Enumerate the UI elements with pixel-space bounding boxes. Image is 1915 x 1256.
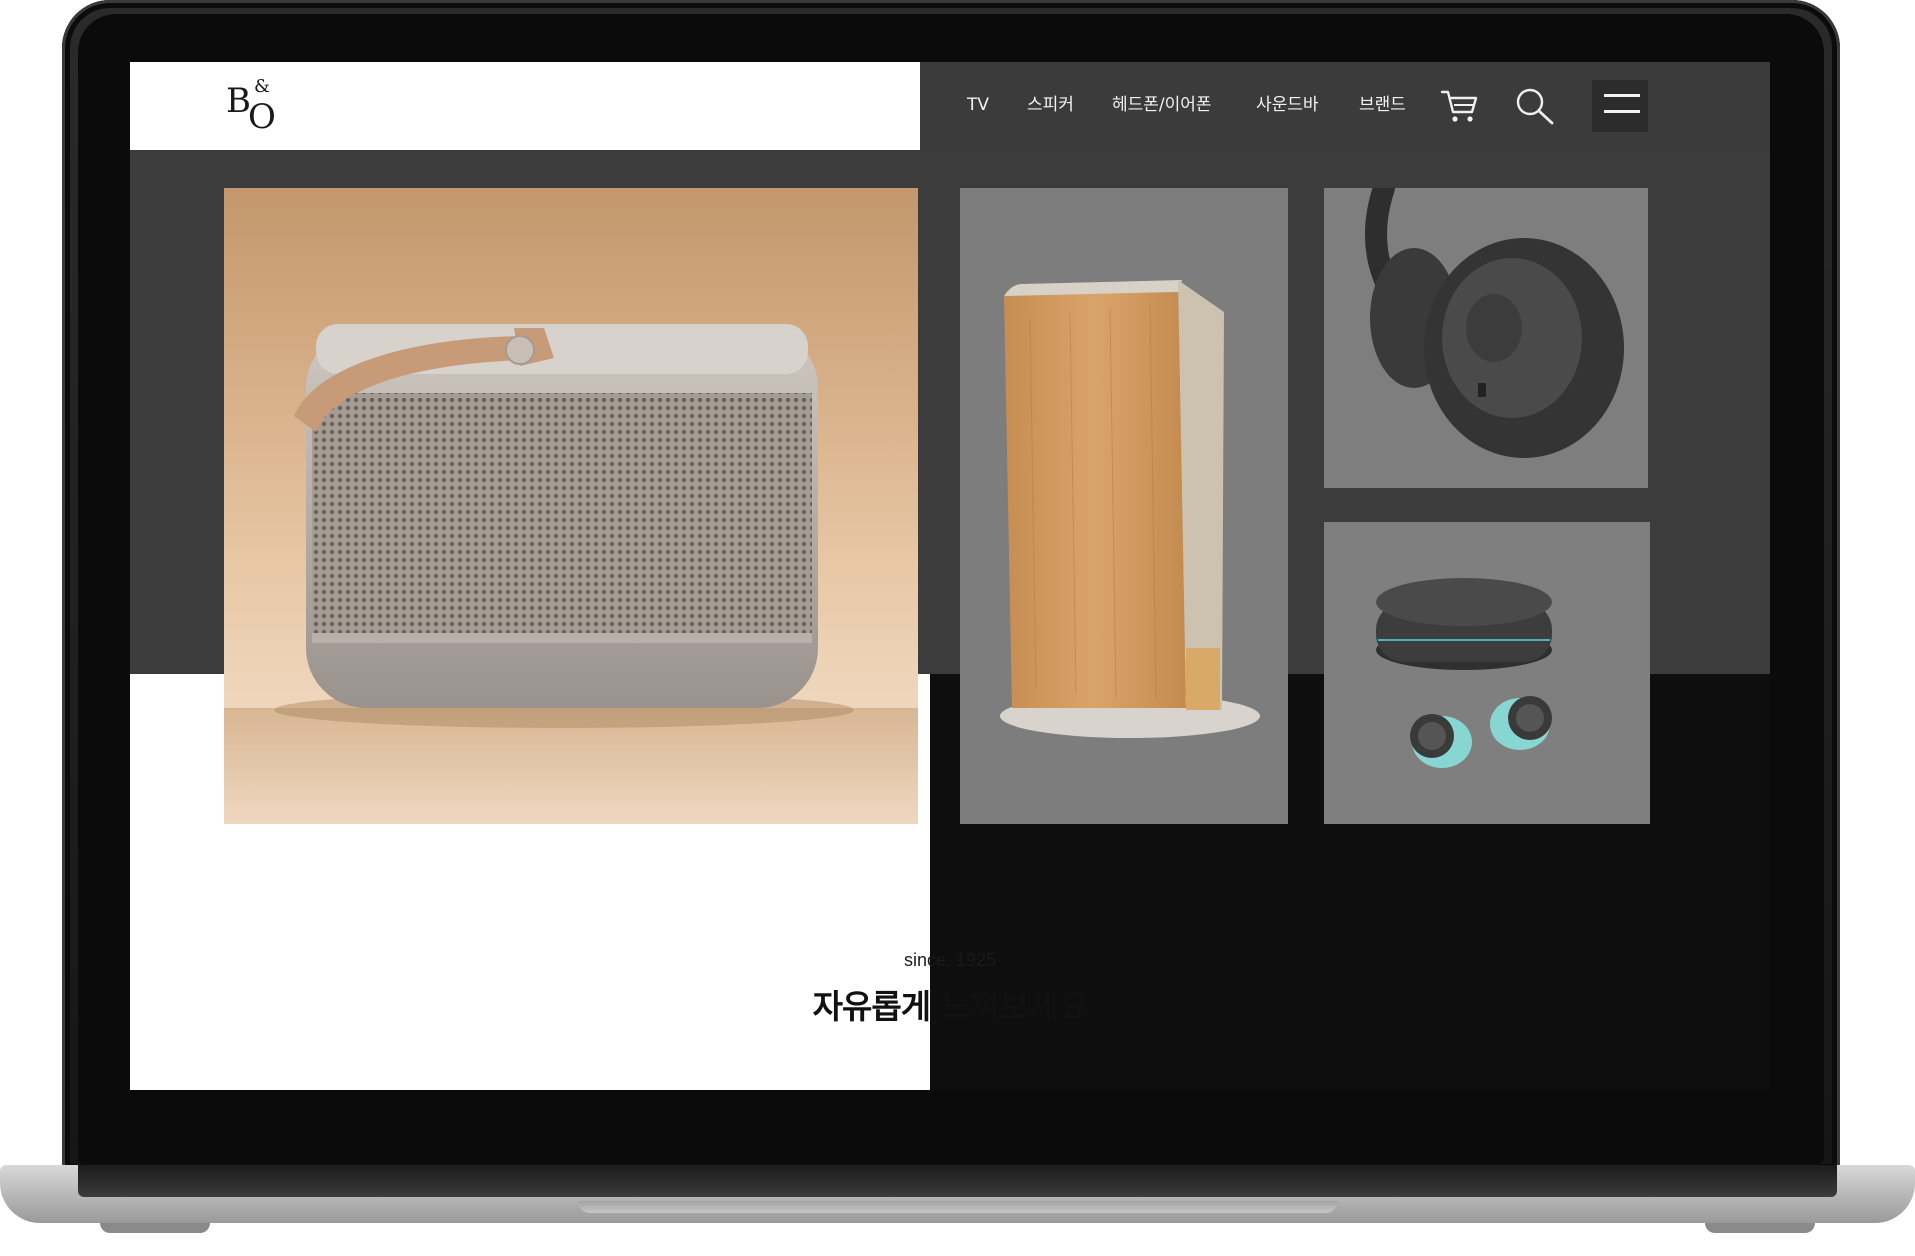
laptop-foot-right	[1705, 1223, 1815, 1233]
laptop-foot-left	[100, 1223, 210, 1233]
product-tile-headphones[interactable]	[1324, 188, 1648, 488]
tagline-since-wrap: since. 1925	[770, 950, 1130, 971]
laptop-base	[0, 1165, 1915, 1223]
product-tile-earbuds[interactable]	[1324, 522, 1650, 824]
header-left: B & O	[130, 62, 920, 150]
nav-item-headphones[interactable]: 헤드폰/이어폰	[1112, 94, 1212, 116]
search-icon[interactable]	[1514, 86, 1554, 126]
menu-icon[interactable]	[1592, 80, 1648, 132]
bookshelf-speaker-image	[1000, 280, 1260, 738]
tagline-headline-wrap: 자유롭게 느껴보세요	[770, 980, 1130, 1028]
nav-item-tv[interactable]: TV	[967, 94, 989, 116]
nav-item-speaker[interactable]: 스피커	[1027, 94, 1074, 116]
product-tile-bookshelf-speaker[interactable]	[960, 188, 1288, 824]
headphones-image	[1365, 188, 1624, 458]
laptop-notch	[578, 1201, 1338, 1213]
tagline-since: since. 1925	[903, 950, 997, 970]
hero-headline: 자유롭게 느껴보세요	[812, 987, 1089, 1026]
brand-logo[interactable]: B & O	[226, 78, 282, 140]
nav-item-soundbar[interactable]: 사운드바	[1256, 94, 1319, 116]
earbuds-image	[1376, 578, 1552, 768]
website-screen: B & O TV 스피커 헤드폰/이어폰 사운드바 브랜드 since. 192…	[130, 62, 1770, 1090]
laptop-hinge	[78, 1165, 1837, 1197]
nav-item-brand[interactable]: 브랜드	[1359, 94, 1406, 116]
portable-speaker-image	[224, 324, 918, 824]
product-tile-portable-speaker[interactable]	[224, 188, 918, 824]
cart-icon[interactable]	[1440, 86, 1480, 126]
